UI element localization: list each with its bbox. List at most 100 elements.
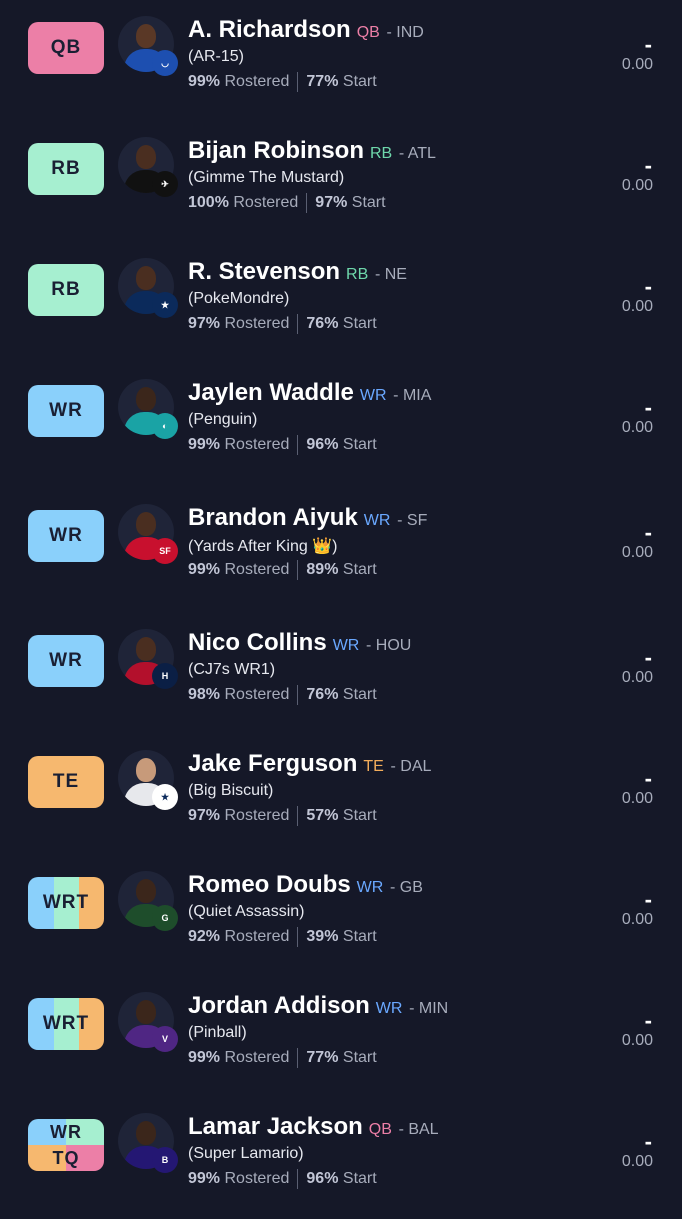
rostered-pct: 99% (188, 436, 221, 454)
stats-divider (297, 806, 299, 826)
projection-value: - (644, 766, 652, 791)
slot-label: QB (50, 37, 82, 58)
slot-label: RB (51, 279, 81, 300)
player-name-line[interactable]: Jordan Addison WR - MIN (188, 992, 448, 1020)
slot-label-bottom: TQ (52, 1148, 80, 1168)
rostered-pct: 100% (188, 194, 229, 212)
team-nickname: (Gimme The Mustard) (188, 169, 345, 186)
player-name-line[interactable]: Lamar Jackson QB - BAL (188, 1113, 439, 1141)
team-nickname: (Quiet Assassin) (188, 903, 305, 920)
slot-label: RB (51, 158, 81, 179)
rostered-label: Rostered (233, 194, 299, 212)
slot-badge[interactable]: TE (28, 756, 104, 808)
player-name[interactable]: Brandon Aiyuk (188, 504, 358, 531)
player-name-line[interactable]: Brandon Aiyuk WR - SF (188, 504, 427, 532)
player-name[interactable]: Jordan Addison (188, 992, 370, 1019)
player-name-line[interactable]: Jaylen Waddle WR - MIA (188, 379, 431, 407)
player-row[interactable]: WRT V Jordan Addison WR - MIN (Pinball) 9… (0, 978, 682, 1098)
slot-badge[interactable]: RB (28, 264, 104, 316)
start-pct: 97% (315, 194, 348, 212)
player-name[interactable]: Jaylen Waddle (188, 379, 354, 406)
slot-badge[interactable]: QB (28, 22, 104, 74)
rostered-pct: 97% (188, 807, 221, 825)
projection-value: - (644, 887, 652, 912)
team-nickname: (CJ7s WR1) (188, 661, 276, 678)
rostered-pct: 97% (188, 315, 221, 333)
team-nickname: (Super Lamario) (188, 1145, 304, 1162)
stats-divider (297, 927, 299, 947)
slot-badge[interactable]: RB (28, 143, 104, 195)
team-label: - SF (397, 512, 428, 529)
slot-badge[interactable]: WRT (28, 998, 104, 1050)
position-label: QB (356, 24, 380, 41)
projection-value: - (644, 32, 652, 57)
start-label: Start (342, 561, 377, 579)
start-label: Start (342, 1170, 377, 1188)
player-row[interactable]: QB ◡ A. Richardson QB - IND (AR-15) 99% R… (0, 2, 682, 122)
rostered-label: Rostered (224, 807, 290, 825)
player-name-line[interactable]: A. Richardson QB - IND (188, 16, 424, 44)
slot-badge[interactable]: WR (28, 510, 104, 562)
slot-label-top: WR (50, 1122, 82, 1142)
slot-label: TE (52, 771, 80, 792)
start-label: Start (342, 807, 377, 825)
player-name-line[interactable]: Romeo Doubs WR - GB (188, 871, 423, 899)
score-value: 0.00 (621, 419, 653, 436)
start-label: Start (342, 928, 377, 946)
team-label: - MIA (393, 387, 432, 404)
ownership-stats: 99% Rostered 96% Start (188, 1169, 377, 1189)
start-pct: 39% (306, 928, 339, 946)
player-row[interactable]: WR ◐ Jaylen Waddle WR - MIA (Penguin) 99%… (0, 365, 682, 485)
slot-badge[interactable]: WR (28, 635, 104, 687)
slot-badge[interactable]: WR (28, 385, 104, 437)
rostered-pct: 99% (188, 561, 221, 579)
player-name[interactable]: A. Richardson (188, 16, 351, 43)
start-pct: 76% (306, 686, 339, 704)
score-value: 0.00 (621, 298, 653, 315)
player-row[interactable]: TE ★ Jake Ferguson TE - DAL (Big Biscuit)… (0, 736, 682, 856)
player-row[interactable]: RB ✈ Bijan Robinson RB - ATL (Gimme The M… (0, 123, 682, 243)
projection-value: - (644, 645, 652, 670)
colts-logo-icon: ◡ (152, 50, 178, 76)
team-nickname: (Penguin) (188, 411, 258, 428)
player-name-line[interactable]: R. Stevenson RB - NE (188, 258, 407, 286)
player-name[interactable]: Lamar Jackson (188, 1113, 363, 1140)
score-value: 0.00 (621, 669, 653, 686)
player-name[interactable]: Jake Ferguson (188, 750, 357, 777)
rostered-pct: 98% (188, 686, 221, 704)
team-label: - BAL (398, 1121, 439, 1138)
ownership-stats: 97% Rostered 57% Start (188, 806, 377, 826)
player-name[interactable]: Romeo Doubs (188, 871, 351, 898)
player-row[interactable]: RB ★ R. Stevenson RB - NE (PokeMondre) 97… (0, 244, 682, 364)
player-name[interactable]: Nico Collins (188, 629, 327, 656)
rostered-label: Rostered (224, 561, 290, 579)
slot-badge[interactable]: WRT (28, 877, 104, 929)
score-value: 0.00 (621, 56, 653, 73)
player-name-line[interactable]: Jake Ferguson TE - DAL (188, 750, 431, 778)
stats-divider (297, 72, 299, 92)
rostered-label: Rostered (224, 1049, 290, 1067)
player-row[interactable]: WRT G Romeo Doubs WR - GB (Quiet Assassin… (0, 857, 682, 977)
slot-label: WR (49, 650, 83, 671)
player-name[interactable]: Bijan Robinson (188, 137, 364, 164)
player-name-line[interactable]: Bijan Robinson RB - ATL (188, 137, 436, 165)
slot-badge[interactable]: WR TQ (28, 1119, 104, 1171)
ownership-stats: 99% Rostered 89% Start (188, 560, 377, 580)
rostered-label: Rostered (224, 686, 290, 704)
team-label: - DAL (390, 758, 432, 775)
projection-value: - (644, 1008, 652, 1033)
ownership-stats: 97% Rostered 76% Start (188, 314, 377, 334)
player-row[interactable]: WR SF Brandon Aiyuk WR - SF (Yards After … (0, 490, 682, 610)
packers-logo-icon: G (152, 905, 178, 931)
player-name[interactable]: R. Stevenson (188, 258, 340, 285)
rostered-pct: 99% (188, 1170, 221, 1188)
position-label: QB (368, 1121, 392, 1138)
team-label: - MIN (409, 1000, 449, 1017)
position-label: TE (363, 758, 384, 775)
ownership-stats: 99% Rostered 77% Start (188, 1048, 377, 1068)
ownership-stats: 92% Rostered 39% Start (188, 927, 377, 947)
player-name-line[interactable]: Nico Collins WR - HOU (188, 629, 411, 657)
player-row[interactable]: WR TQ B Lamar Jackson QB - BAL (Super Lam… (0, 1099, 682, 1219)
player-row[interactable]: WR H Nico Collins WR - HOU (CJ7s WR1) 98%… (0, 615, 682, 735)
rostered-label: Rostered (224, 928, 290, 946)
